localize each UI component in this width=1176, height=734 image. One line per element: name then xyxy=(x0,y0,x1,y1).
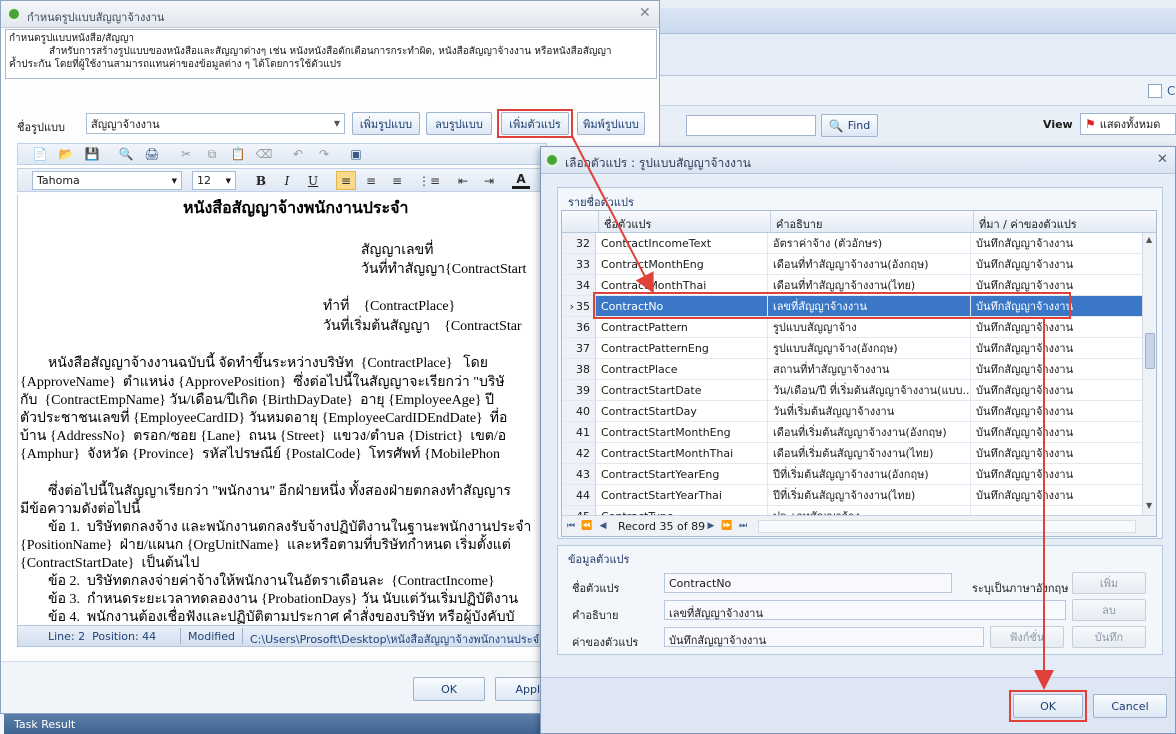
arrow-to-row xyxy=(571,135,654,294)
annotation-arrows xyxy=(571,135,1054,690)
